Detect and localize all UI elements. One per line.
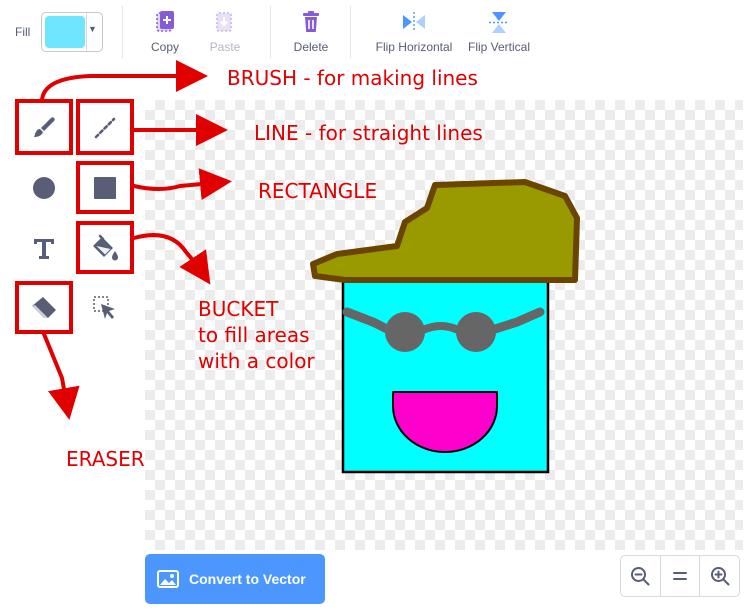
paste-button[interactable]: Paste [206,10,244,54]
paint-toolbar: Fill ▼ Copy Paste Delete Flip Horizontal… [0,0,756,70]
flip-vertical-button[interactable]: Flip Vertical [465,10,533,54]
flip-vertical-icon [489,12,509,33]
eraser-tool[interactable] [17,281,71,335]
zoom-out-icon [631,567,650,586]
text-icon [34,239,54,259]
select-tool[interactable] [78,281,132,335]
brush-tool[interactable] [17,101,71,155]
toolbar-separator [122,6,123,58]
eraser-annotation: ERASER [66,447,145,471]
text-tool[interactable] [17,221,71,275]
bucket-annotation-line-1: BUCKET [198,297,279,321]
convert-to-vector-button[interactable]: Convert to Vector [145,554,325,604]
glasses-bridge [421,322,460,334]
zoom-in-icon [710,567,730,586]
bucket-annotation: BUCKET to fill areas with a color [198,296,315,374]
copy-label: Copy [150,40,179,54]
glasses-lens-right [456,312,496,352]
bucket-annotation-line-2: to fill areas [198,323,310,347]
flip-horizontal-button[interactable]: Flip Horizontal [372,10,456,54]
paste-label: Paste [209,40,241,54]
eraser-icon [32,297,56,318]
brush-annotation: BRUSH - for making lines [227,66,478,90]
brush-arrow [40,60,208,102]
flip-horizontal-label: Flip Horizontal [375,40,453,54]
zoom-controls [620,555,740,597]
line-icon [94,117,116,139]
bucket-annotation-line-3: with a color [198,349,315,373]
fill-color-picker[interactable]: ▼ [41,12,103,52]
zoom-out-button[interactable] [621,556,661,596]
rectangle-tool[interactable] [78,161,132,215]
fill-label: Fill [15,25,31,39]
fill-tool[interactable] [78,221,132,275]
zoom-in-button[interactable] [700,556,739,596]
fill-picker-divider [86,13,87,51]
circle-icon [33,177,55,199]
bucket-icon [93,234,118,261]
copy-icon [156,11,174,32]
toolbar-separator [350,6,351,58]
paste-icon [216,12,232,32]
chevron-down-icon[interactable]: ▼ [88,24,97,34]
equals-icon [673,572,687,580]
rectangle-annotation: RECTANGLE [258,179,378,203]
delete-button[interactable]: Delete [290,10,332,54]
image-icon [157,570,179,588]
select-icon [93,296,115,319]
zoom-reset-button[interactable] [661,556,701,596]
eraser-arrow [42,332,80,420]
line-tool[interactable] [78,101,132,155]
copy-button[interactable]: Copy [148,10,182,54]
glasses-lens-left [385,312,425,352]
rectangle-icon [94,177,116,199]
brush-icon [34,117,55,137]
circle-tool[interactable] [17,161,71,215]
flip-vertical-label: Flip Vertical [467,40,531,54]
toolbar-separator [270,6,271,58]
fill-color-swatch[interactable] [45,16,85,48]
convert-label: Convert to Vector [189,571,306,587]
line-annotation: LINE - for straight lines [254,121,483,145]
delete-label: Delete [293,40,329,54]
flip-horizontal-icon [403,12,425,32]
trash-icon [303,11,319,32]
